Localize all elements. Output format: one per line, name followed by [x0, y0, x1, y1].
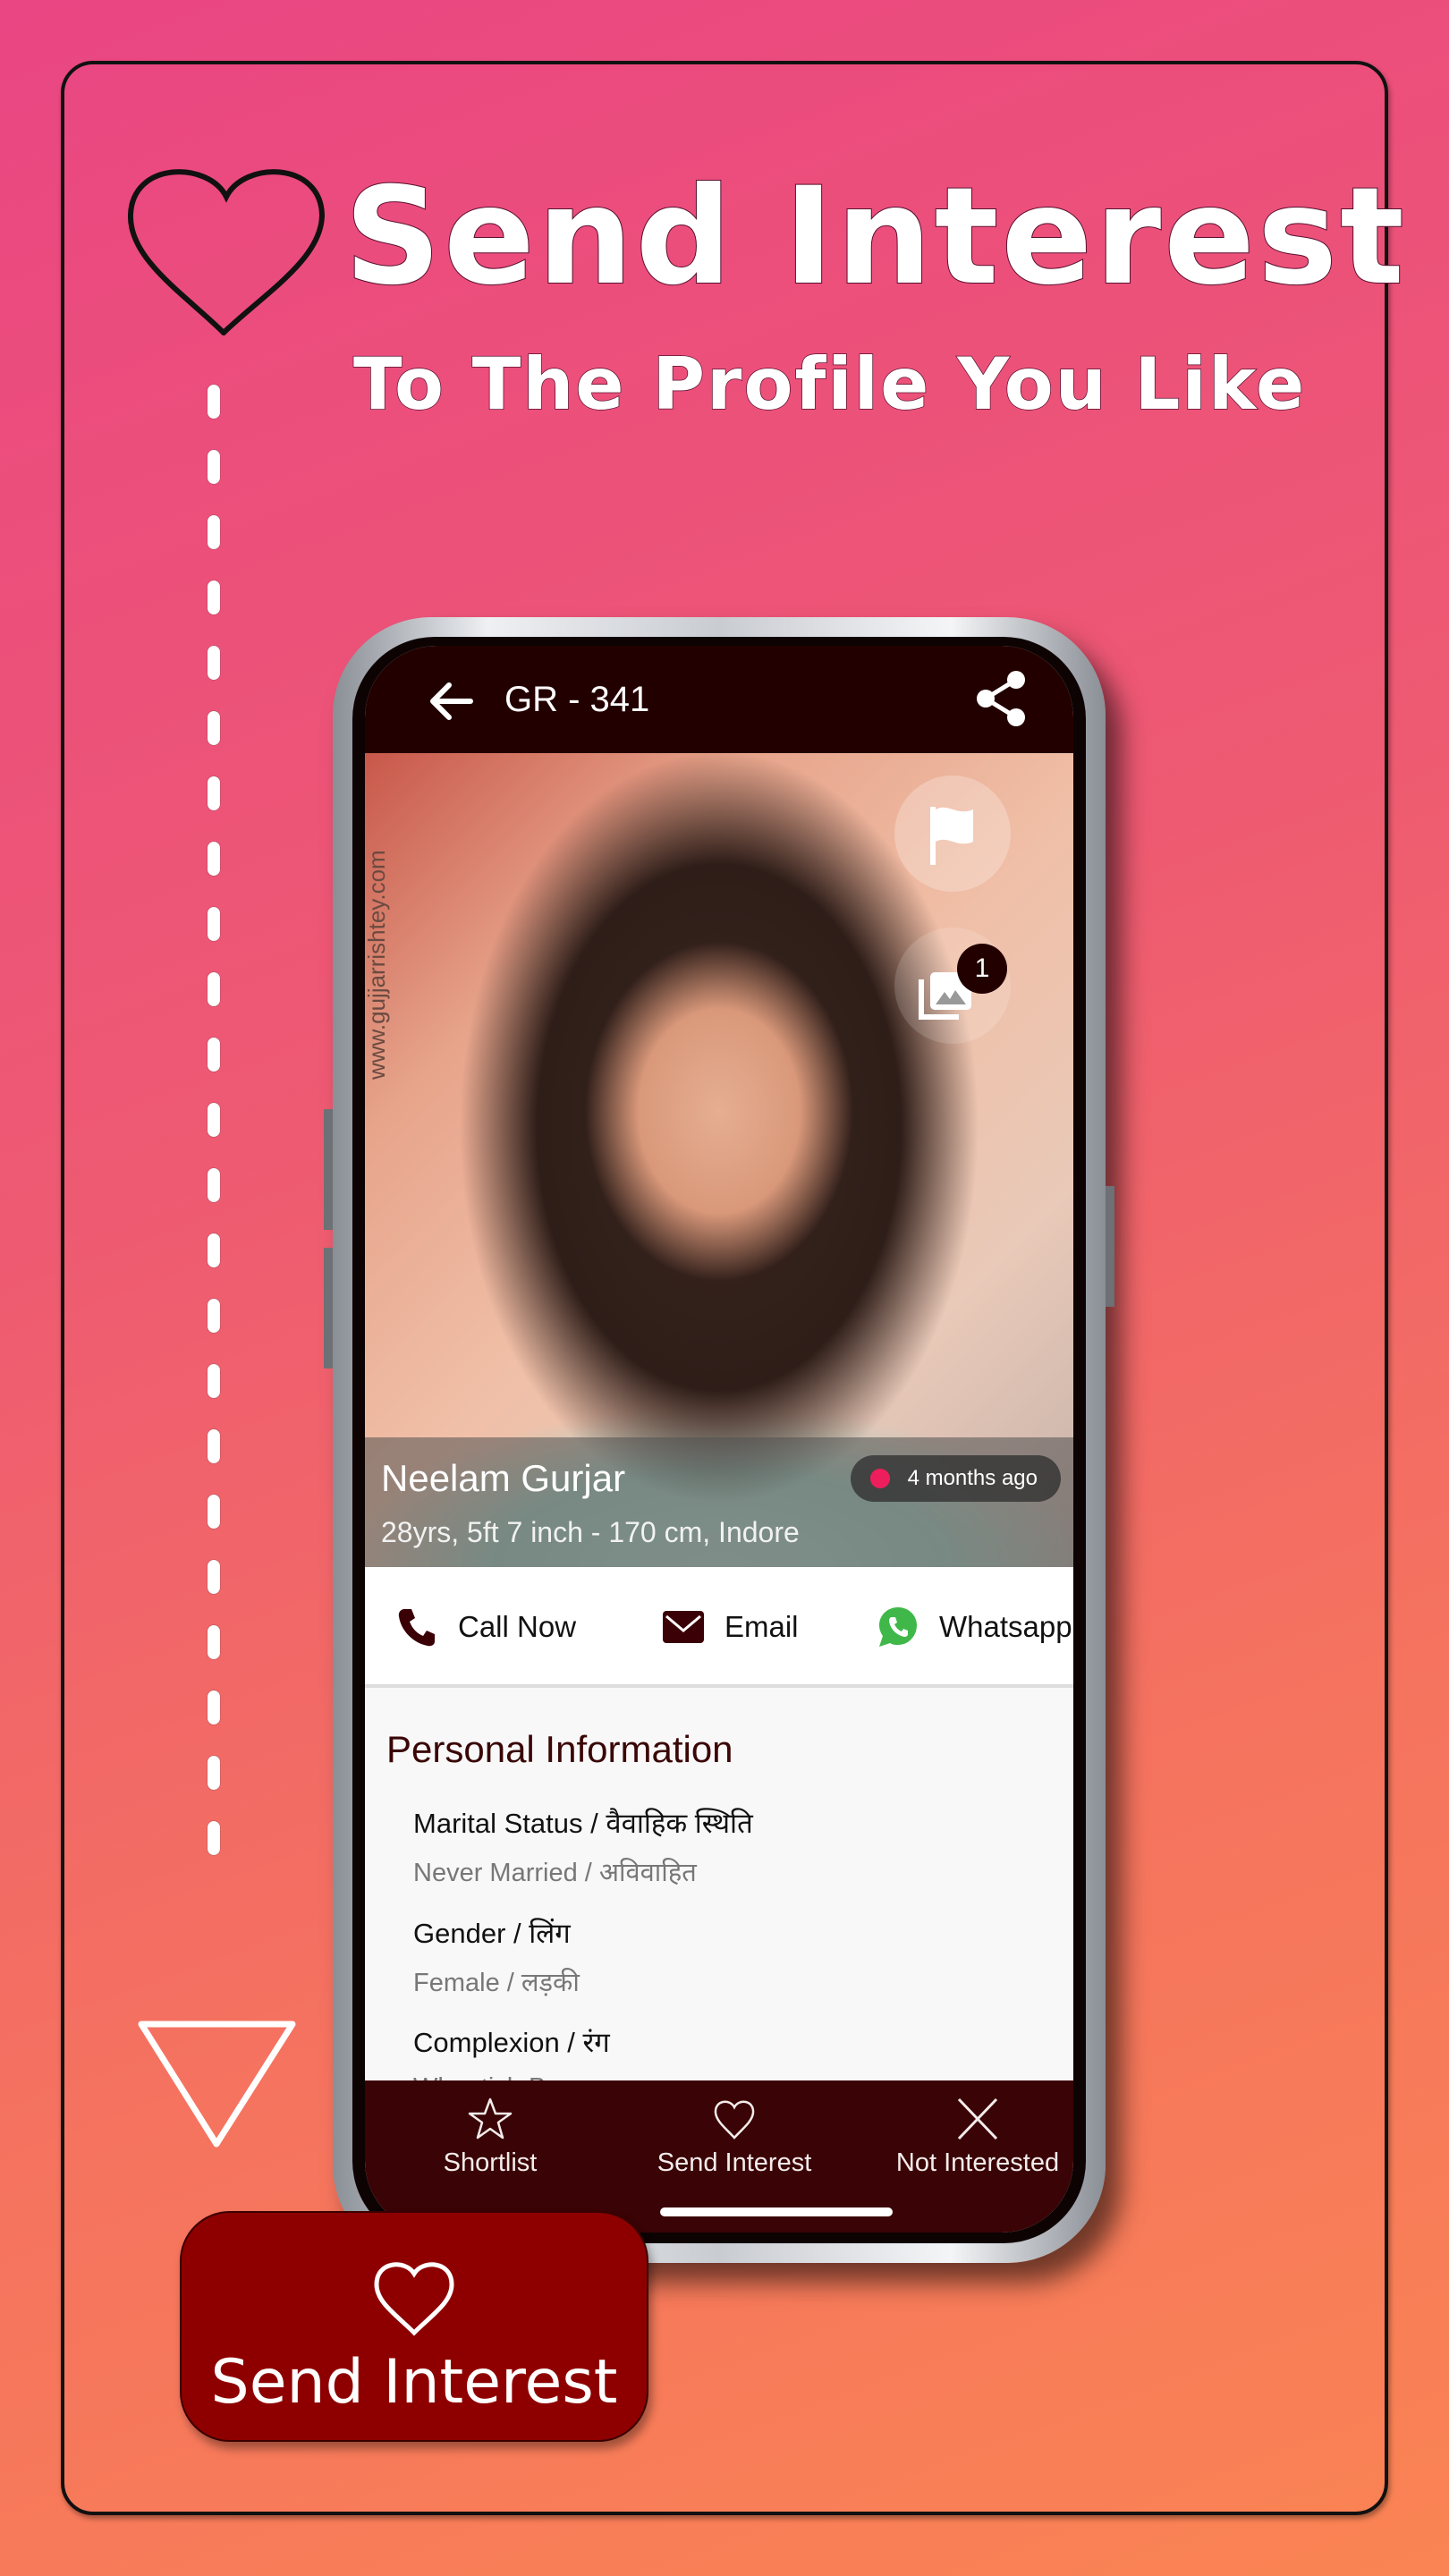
call-now-button[interactable]: Call Now [395, 1605, 576, 1649]
call-now-label: Call Now [458, 1610, 577, 1643]
dash-segment [208, 1625, 220, 1659]
email-icon [663, 1611, 704, 1643]
dash-segment [208, 776, 220, 810]
send-interest-button[interactable]: Send Interest [618, 2097, 851, 2178]
dash-segment [208, 515, 220, 549]
whatsapp-button[interactable]: Whatsapp [877, 1605, 1072, 1649]
heart-icon [374, 2262, 454, 2336]
heart-outline-icon [127, 169, 326, 335]
dash-segment [208, 1364, 220, 1398]
field-value: Never Married / अविवाहित [413, 1859, 697, 1887]
info-row-marital-status: Marital Status / वैवाहिक स्थिति Never Ma… [413, 1804, 753, 1889]
phone-icon [398, 1609, 435, 1647]
photo-count-badge: 1 [957, 944, 1007, 994]
share-icon[interactable] [975, 669, 1029, 728]
dash-segment [208, 711, 220, 745]
send-interest-callout-button[interactable]: Send Interest [180, 2211, 648, 2442]
arrow-left-icon[interactable] [428, 678, 474, 724]
not-interested-label: Not Interested [895, 2148, 1060, 2177]
dash-segment [208, 907, 220, 941]
watermark-text: www.gujjarrishtey.com [365, 850, 390, 1080]
app-bar: GR - 341 [365, 646, 1073, 753]
profile-photo[interactable]: www.gujjarrishtey.com 1 Neelam Gurjar 28… [365, 753, 1073, 1567]
home-indicator[interactable] [660, 2207, 893, 2216]
dash-segment [208, 972, 220, 1006]
dash-segment [208, 1756, 220, 1790]
dash-segment [208, 385, 220, 419]
email-button[interactable]: Email [662, 1605, 799, 1649]
email-label: Email [724, 1610, 799, 1643]
not-interested-button[interactable]: Not Interested [861, 2097, 1073, 2178]
status-dot-icon [869, 1469, 890, 1488]
dash-segment [208, 1429, 220, 1463]
field-label: Complexion / रंग [413, 2027, 610, 2058]
promo-subheadline: To The Profile You Like [352, 343, 1307, 426]
close-icon [957, 2097, 998, 2140]
contact-actions: Call Now Email Whatsapp [365, 1567, 1073, 1688]
info-row-gender: Gender / लिंग Female / लड़की [413, 1914, 580, 1999]
promo-headline: Send Interest [343, 159, 1407, 315]
volume-up-button [324, 1109, 333, 1230]
send-interest-label: Send Interest [657, 2148, 812, 2177]
photo-gallery-button[interactable]: 1 [894, 928, 1011, 1044]
app-screen: GR - 341 www.gujjarrishtey.com 1 Neelam … [365, 646, 1073, 2233]
dash-segment [208, 1821, 220, 1855]
dashed-guide-line [208, 385, 227, 2004]
shortlist-label: Shortlist [443, 2148, 538, 2177]
dash-segment [208, 1038, 220, 1072]
profile-summary-overlay: Neelam Gurjar 28yrs, 5ft 7 inch - 170 cm… [365, 1437, 1073, 1567]
dash-segment [208, 1495, 220, 1529]
profile-id-title: GR - 341 [504, 680, 650, 719]
whatsapp-icon [879, 1607, 917, 1647]
dash-segment [208, 842, 220, 876]
field-label: Marital Status / वैवाहिक स्थिति [413, 1808, 753, 1839]
volume-down-button [324, 1248, 333, 1368]
field-label: Gender / लिंग [413, 1918, 571, 1949]
star-icon [468, 2097, 513, 2140]
last-seen-badge: 4 months ago [850, 1455, 1061, 1502]
down-triangle-icon [138, 2021, 296, 2148]
shortlist-button[interactable]: Shortlist [374, 2097, 606, 2178]
last-seen-text: 4 months ago [907, 1466, 1038, 1490]
dash-segment [208, 646, 220, 680]
cta-label: Send Interest [210, 2347, 618, 2418]
dash-segment [208, 1168, 220, 1202]
phone-mockup: GR - 341 www.gujjarrishtey.com 1 Neelam … [324, 617, 1114, 2263]
report-button[interactable] [894, 775, 1011, 892]
power-button [1106, 1186, 1114, 1307]
phone-screen: GR - 341 www.gujjarrishtey.com 1 Neelam … [352, 637, 1086, 2243]
dash-segment [208, 1299, 220, 1333]
heart-icon [714, 2100, 755, 2140]
personal-information-heading: Personal Information [386, 1728, 733, 1770]
dash-segment [208, 1690, 220, 1724]
dash-segment [208, 1560, 220, 1594]
dash-segment [208, 1233, 220, 1267]
field-value: Female / लड़की [413, 1969, 580, 1997]
dash-segment [208, 1103, 220, 1137]
dash-segment [208, 580, 220, 614]
profile-details: 28yrs, 5ft 7 inch - 170 cm, Indore [381, 1516, 800, 1548]
whatsapp-label: Whatsapp [939, 1610, 1072, 1643]
profile-name: Neelam Gurjar [381, 1457, 626, 1499]
dash-segment [208, 450, 220, 484]
flag-icon [930, 807, 973, 865]
